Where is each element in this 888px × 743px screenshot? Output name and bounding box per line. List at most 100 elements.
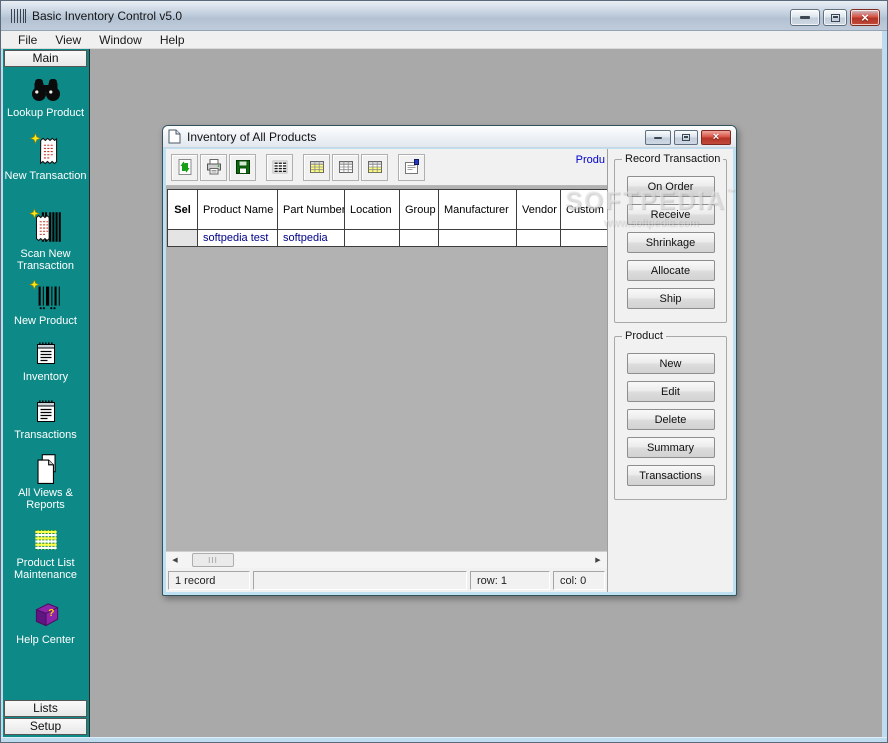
column-header-manufacturer[interactable]: Manufacturer <box>439 189 517 230</box>
title-bar: Basic Inventory Control v5.0 × <box>1 1 887 31</box>
record-transaction-group: Record Transaction On Order Receive Shri… <box>614 159 727 323</box>
cell-product-name[interactable]: softpedia test <box>198 230 278 247</box>
scroll-left-arrow-icon[interactable]: ◀ <box>167 553 183 567</box>
maximize-icon <box>831 14 840 22</box>
horizontal-scrollbar[interactable]: ◀ III ▶ <box>166 551 607 568</box>
grid-highlight-icon <box>308 158 326 176</box>
cell-location[interactable] <box>345 230 400 247</box>
help-book-icon: ? <box>28 598 64 632</box>
sidebar-item-lookup-product[interactable]: Lookup Product <box>3 73 88 119</box>
sidebar-item-label: Inventory <box>23 371 68 383</box>
documents-icon <box>29 451 63 485</box>
column-header-sel[interactable]: Sel <box>167 189 198 230</box>
form-properties-button[interactable] <box>398 154 425 181</box>
menu-bar: File View Window Help <box>1 31 887 49</box>
sidebar-item-inventory[interactable]: Inventory <box>3 337 88 383</box>
receipt-scan-icon <box>29 208 63 246</box>
grid-view-plain-button[interactable] <box>332 154 359 181</box>
form-properties-icon <box>403 158 421 176</box>
grid-partial-icon <box>366 158 384 176</box>
sidebar-item-new-product[interactable]: New Product <box>3 279 88 327</box>
column-header-vendor[interactable]: Vendor <box>517 189 561 230</box>
svg-text:?: ? <box>48 608 54 619</box>
application-window: Basic Inventory Control v5.0 × File View… <box>0 0 888 743</box>
sidebar-item-scan-new-transaction[interactable]: Scan New Transaction <box>3 208 88 272</box>
inventory-window-title: Inventory of All Products <box>187 130 316 144</box>
delete-product-button[interactable]: Delete <box>627 409 715 430</box>
group-title: Record Transaction <box>622 153 723 165</box>
column-header-part-number[interactable]: Part Number <box>278 189 345 230</box>
menu-help[interactable]: Help <box>151 32 194 48</box>
toolbar-products-label: Produ <box>576 154 605 166</box>
sidebar-item-all-views-reports[interactable]: All Views & Reports <box>3 451 88 511</box>
transactions-button[interactable]: Transactions <box>627 465 715 486</box>
maximize-button[interactable] <box>823 9 847 26</box>
sidebar-item-label: Help Center <box>16 634 75 646</box>
refresh-icon <box>176 158 194 176</box>
details-view-button[interactable] <box>266 154 293 181</box>
edit-product-button[interactable]: Edit <box>627 381 715 402</box>
sidebar: Main Lookup Product New Transaction <box>3 49 90 737</box>
cell-group[interactable] <box>400 230 439 247</box>
receive-button[interactable]: Receive <box>627 204 715 225</box>
status-col-indicator: col: 0 <box>553 571 605 590</box>
child-minimize-button[interactable] <box>645 130 671 145</box>
scrollbar-thumb[interactable]: III <box>192 553 234 567</box>
cell-part-number[interactable]: softpedia <box>278 230 345 247</box>
scroll-right-arrow-icon[interactable]: ▶ <box>590 553 606 567</box>
toolbar: Produ <box>166 149 607 186</box>
sidebar-item-new-transaction[interactable]: New Transaction <box>3 132 88 182</box>
close-button[interactable]: × <box>850 9 880 26</box>
products-grid: Sel Product Name Part Number Location Gr… <box>167 189 607 247</box>
minimize-button[interactable] <box>790 9 820 26</box>
cell-manufacturer[interactable] <box>439 230 517 247</box>
receipt-new-icon <box>29 132 63 168</box>
sidebar-item-product-list-maintenance[interactable]: Product List Maintenance <box>3 527 88 581</box>
grid-view-highlight-button[interactable] <box>303 154 330 181</box>
menu-window[interactable]: Window <box>90 32 151 48</box>
window-title: Basic Inventory Control v5.0 <box>32 9 182 23</box>
action-panel: Record Transaction On Order Receive Shri… <box>607 149 733 592</box>
refresh-button[interactable] <box>171 154 198 181</box>
on-order-button[interactable]: On Order <box>627 176 715 197</box>
status-row-indicator: row: 1 <box>470 571 550 590</box>
close-icon: × <box>713 132 719 143</box>
column-header-location[interactable]: Location <box>345 189 400 230</box>
cell-vendor[interactable] <box>517 230 561 247</box>
sidebar-item-label: Scan New Transaction <box>3 248 88 272</box>
window-border-right <box>882 31 887 742</box>
column-header-product-name[interactable]: Product Name <box>198 189 278 230</box>
group-title: Product <box>622 330 666 342</box>
summary-button[interactable]: Summary <box>627 437 715 458</box>
table-row[interactable]: softpedia test softpedia <box>167 230 607 247</box>
sidebar-tab-main[interactable]: Main <box>4 50 87 67</box>
shrinkage-button[interactable]: Shrinkage <box>627 232 715 253</box>
new-product-button[interactable]: New <box>627 353 715 374</box>
details-view-icon <box>271 158 289 176</box>
menu-view[interactable]: View <box>46 32 90 48</box>
inventory-window: Inventory of All Products × <box>162 125 737 596</box>
save-button[interactable] <box>229 154 256 181</box>
print-button[interactable] <box>200 154 227 181</box>
column-header-group[interactable]: Group <box>400 189 439 230</box>
sidebar-item-label: Lookup Product <box>7 107 84 119</box>
grid-view-partial-button[interactable] <box>361 154 388 181</box>
sidebar-tab-setup[interactable]: Setup <box>4 718 87 735</box>
child-close-button[interactable]: × <box>701 130 731 145</box>
ship-button[interactable]: Ship <box>627 288 715 309</box>
sidebar-item-label: Transactions <box>14 429 77 441</box>
cell-sel[interactable] <box>167 230 198 247</box>
inventory-window-titlebar: Inventory of All Products × <box>163 126 736 148</box>
sidebar-item-transactions[interactable]: Transactions <box>3 395 88 441</box>
child-maximize-button[interactable] <box>674 130 698 145</box>
column-header-custom[interactable]: Custom <box>561 189 607 230</box>
sidebar-item-help-center[interactable]: ? Help Center <box>3 598 88 646</box>
grid-header-row: Sel Product Name Part Number Location Gr… <box>167 189 607 230</box>
menu-file[interactable]: File <box>9 32 46 48</box>
binoculars-icon <box>29 73 63 105</box>
allocate-button[interactable]: Allocate <box>627 260 715 281</box>
cell-custom[interactable] <box>561 230 607 247</box>
notepad-icon <box>30 337 62 369</box>
minimize-icon <box>654 137 662 139</box>
sidebar-tab-lists[interactable]: Lists <box>4 700 87 717</box>
